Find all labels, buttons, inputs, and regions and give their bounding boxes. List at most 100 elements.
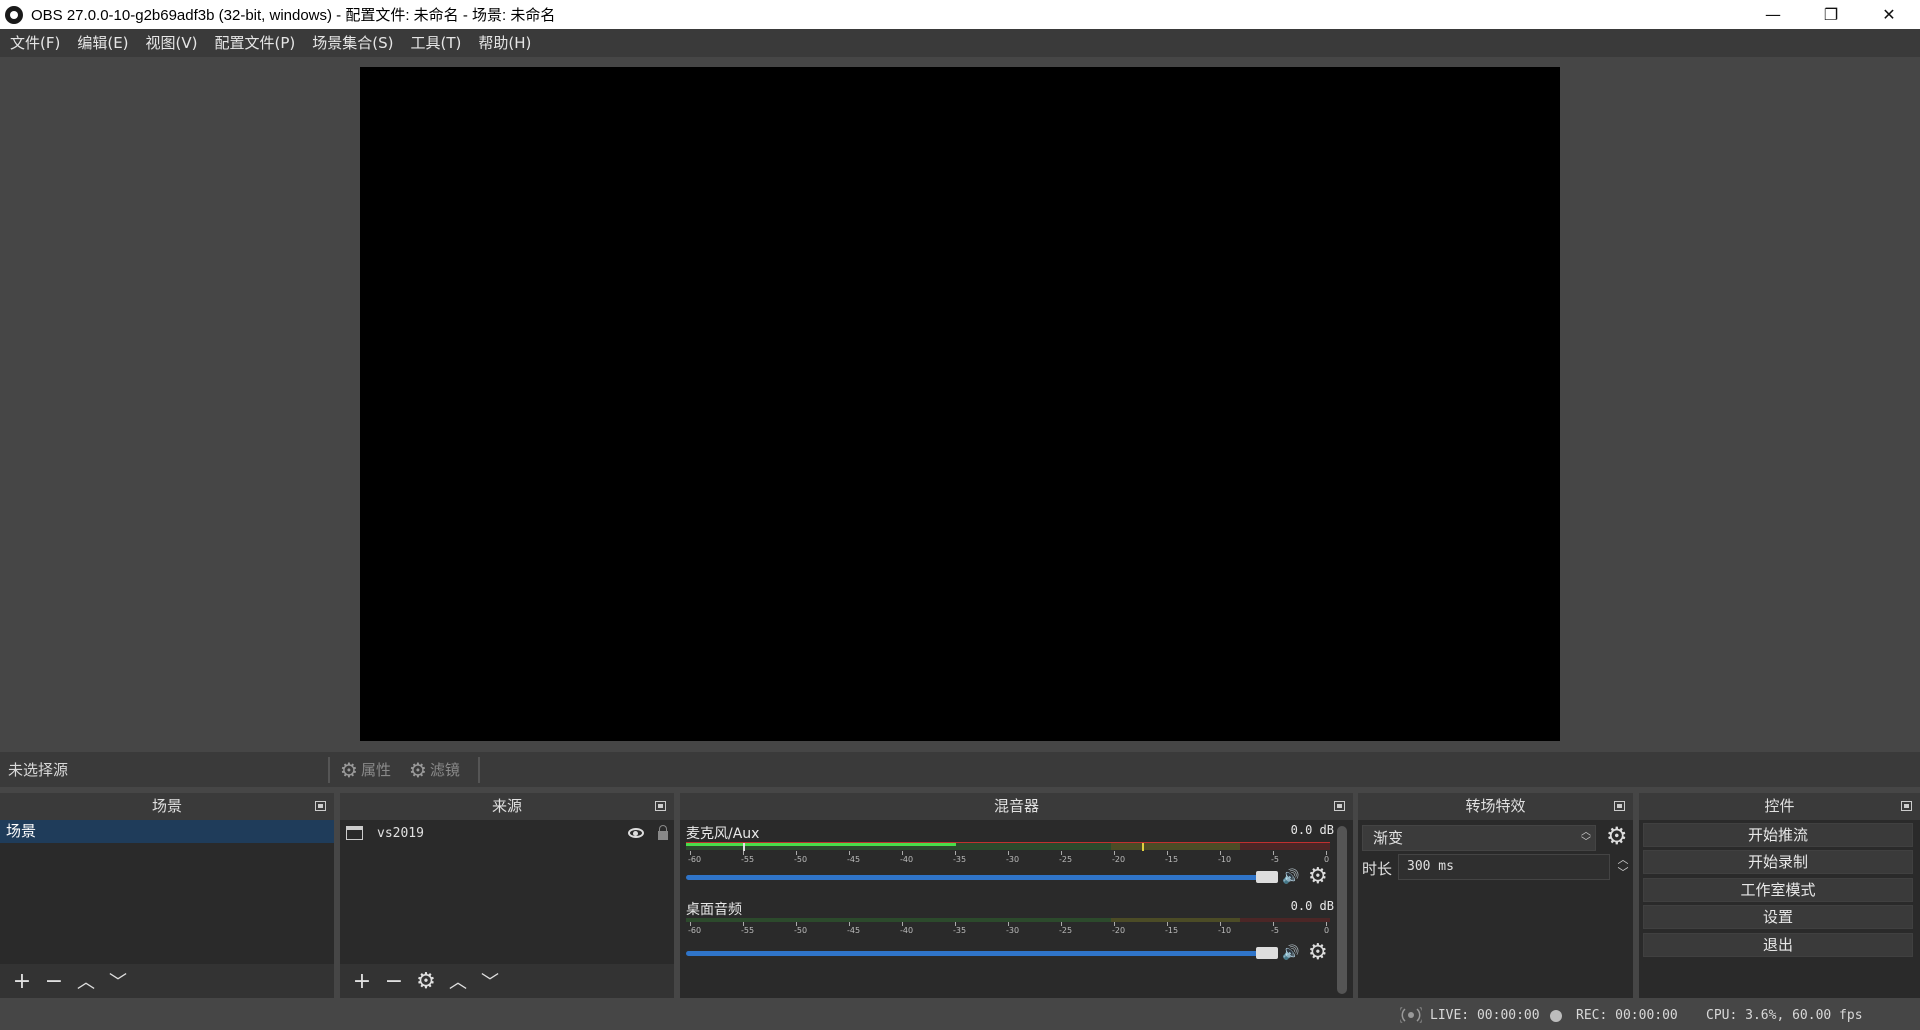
mixer-dock: 混音器 麦克风/Aux 0.0 dB -60 -55 -50 -45 -40 -35 -30… bbox=[680, 793, 1353, 998]
add-scene-button[interactable]: + bbox=[6, 966, 38, 996]
undock-icon[interactable] bbox=[1334, 801, 1345, 811]
transitions-header: 转场特效 bbox=[1358, 793, 1633, 820]
channel-db: 0.0 dB bbox=[1290, 899, 1334, 913]
status-bar: LIVE: 00:00:00 REC: 00:00:00 CPU: 3.6%, … bbox=[0, 1002, 1920, 1030]
add-source-button[interactable]: + bbox=[346, 966, 378, 996]
speaker-icon[interactable]: 🔊 bbox=[1282, 945, 1299, 961]
channel-db: 0.0 dB bbox=[1290, 823, 1334, 837]
scene-list-item[interactable]: 场景 bbox=[0, 820, 334, 843]
scale-label: -15 bbox=[1165, 855, 1179, 864]
lock-icon[interactable] bbox=[658, 824, 668, 840]
volume-slider-handle[interactable] bbox=[1256, 871, 1278, 883]
obs-logo-icon bbox=[5, 5, 23, 24]
volume-slider[interactable] bbox=[686, 871, 1278, 883]
mixer-header: 混音器 bbox=[680, 793, 1353, 820]
duration-label: 时长 bbox=[1362, 860, 1393, 878]
start-streaming-button[interactable]: 开始推流 bbox=[1643, 823, 1913, 847]
scale-label: -30 bbox=[1006, 926, 1020, 935]
scenes-header: 场景 bbox=[0, 793, 334, 820]
undock-icon[interactable] bbox=[655, 801, 666, 811]
sources-toolbar: + − ⚙ ︿ ﹀ bbox=[340, 964, 674, 998]
move-source-up-button[interactable]: ︿ bbox=[442, 966, 474, 996]
mixer-channel-desktop: 桌面音频 0.0 dB -60 -55 -50 -45 -40 -35 -30 -25 -20-… bbox=[686, 899, 1336, 969]
gear-icon[interactable]: ⚙ bbox=[1308, 866, 1328, 888]
volume-meter bbox=[686, 842, 1330, 851]
scale-label: -20 bbox=[1112, 855, 1126, 864]
restore-button[interactable]: ❐ bbox=[1802, 0, 1860, 29]
live-timer: LIVE: 00:00:00 bbox=[1430, 1008, 1540, 1023]
mixer-channel-mic: 麦克风/Aux 0.0 dB -60 -55 -50 -45 -40 -35 -30 -25-… bbox=[686, 823, 1336, 893]
menu-view[interactable]: 视图(V) bbox=[138, 29, 207, 57]
controls-title: 控件 bbox=[1764, 797, 1795, 815]
meter-level bbox=[686, 843, 957, 846]
scenes-toolbar: + − ︿ ﹀ bbox=[0, 964, 334, 998]
source-list-item[interactable]: vs2019 bbox=[340, 820, 674, 846]
meter-scale: -60 -55 -50 -45 -40 -35 -30 -25 -20 -15 -10 -5 0 bbox=[686, 851, 1330, 865]
scale-label: -60 bbox=[688, 926, 702, 935]
meter-peak bbox=[1142, 843, 1144, 851]
no-source-label: 未选择源 bbox=[8, 761, 69, 779]
filters-button[interactable]: ⚙ 滤镜 bbox=[409, 758, 460, 782]
duration-stepper[interactable]: ︿ ﹀ bbox=[1615, 853, 1631, 879]
move-scene-up-button[interactable]: ︿ bbox=[70, 966, 102, 996]
transition-selected: 渐变 bbox=[1373, 829, 1404, 847]
scale-label: -20 bbox=[1112, 926, 1126, 935]
scale-label: -50 bbox=[794, 926, 808, 935]
minimize-button[interactable]: — bbox=[1744, 0, 1802, 29]
scenes-title: 场景 bbox=[151, 797, 182, 815]
scale-label: 0 bbox=[1324, 855, 1330, 864]
sources-dock: 来源 vs2019 + − ⚙ ︿ ﹀ bbox=[340, 793, 674, 998]
window-title: OBS 27.0.0-10-g2b69adf3b (32-bit, window… bbox=[31, 7, 556, 24]
menu-help[interactable]: 帮助(H) bbox=[470, 29, 540, 57]
visibility-eye-icon[interactable] bbox=[628, 828, 644, 838]
mixer-title: 混音器 bbox=[993, 797, 1039, 815]
properties-button[interactable]: ⚙ 属性 bbox=[340, 758, 391, 782]
gear-icon[interactable]: ⚙ bbox=[1606, 823, 1628, 849]
meter-scale: -60 -55 -50 -45 -40 -35 -30 -25 -20 -15 -10 -5 0 bbox=[686, 922, 1330, 936]
scale-label: -35 bbox=[953, 855, 967, 864]
menu-scene-collection[interactable]: 场景集合(S) bbox=[304, 29, 402, 57]
menu-file[interactable]: 文件(F) bbox=[2, 29, 69, 57]
scale-label: -5 bbox=[1271, 855, 1279, 864]
gear-icon[interactable]: ⚙ bbox=[1308, 942, 1328, 964]
scale-label: -50 bbox=[794, 855, 808, 864]
controls-dock: 控件 开始推流 开始录制 工作室模式 设置 退出 bbox=[1639, 793, 1920, 998]
scale-label: -55 bbox=[741, 926, 755, 935]
studio-mode-button[interactable]: 工作室模式 bbox=[1643, 878, 1913, 902]
volume-slider-handle[interactable] bbox=[1256, 947, 1278, 959]
start-recording-button[interactable]: 开始录制 bbox=[1643, 850, 1913, 874]
channel-name: 麦克风/Aux bbox=[686, 826, 760, 842]
scale-label: -30 bbox=[1006, 855, 1020, 864]
divider bbox=[328, 756, 330, 783]
close-button[interactable]: ✕ bbox=[1860, 0, 1918, 29]
speaker-icon[interactable]: 🔊 bbox=[1282, 869, 1299, 885]
transition-select[interactable]: 渐变 ︿ ﹀ bbox=[1362, 825, 1596, 851]
cpu-status: CPU: 3.6%, 60.00 fps bbox=[1706, 1008, 1863, 1023]
menu-profile[interactable]: 配置文件(P) bbox=[207, 29, 305, 57]
undock-icon[interactable] bbox=[315, 801, 326, 811]
undock-icon[interactable] bbox=[1614, 801, 1625, 811]
undock-icon[interactable] bbox=[1901, 801, 1912, 811]
filters-label: 滤镜 bbox=[429, 761, 460, 779]
menu-edit[interactable]: 编辑(E) bbox=[69, 29, 137, 57]
settings-button[interactable]: 设置 bbox=[1643, 905, 1913, 929]
broadcast-icon bbox=[1400, 1007, 1422, 1023]
source-properties-button[interactable]: ⚙ bbox=[410, 966, 442, 996]
transitions-dock: 转场特效 渐变 ︿ ﹀ ⚙ 时长 300 ms ︿ ﹀ bbox=[1358, 793, 1633, 998]
duration-input[interactable]: 300 ms bbox=[1398, 854, 1610, 880]
volume-slider[interactable] bbox=[686, 947, 1278, 959]
preview-canvas[interactable] bbox=[360, 67, 1560, 741]
scale-label: -45 bbox=[847, 926, 861, 935]
record-icon bbox=[1550, 1010, 1562, 1022]
move-scene-down-button[interactable]: ﹀ bbox=[102, 966, 134, 996]
mixer-scrollbar[interactable] bbox=[1337, 826, 1347, 994]
remove-source-button[interactable]: − bbox=[378, 966, 410, 996]
source-name: vs2019 bbox=[377, 825, 424, 841]
scale-label: -5 bbox=[1271, 926, 1279, 935]
scale-label: -25 bbox=[1059, 926, 1073, 935]
exit-button[interactable]: 退出 bbox=[1643, 933, 1913, 957]
remove-scene-button[interactable]: − bbox=[38, 966, 70, 996]
rec-timer: REC: 00:00:00 bbox=[1576, 1008, 1678, 1023]
menu-tools[interactable]: 工具(T) bbox=[402, 29, 470, 57]
move-source-down-button[interactable]: ﹀ bbox=[474, 966, 506, 996]
